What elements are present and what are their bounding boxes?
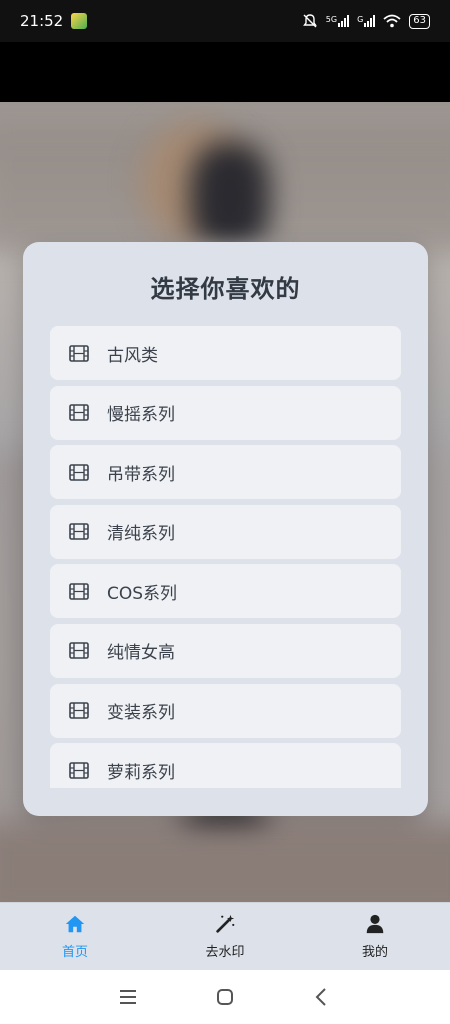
category-label: 清纯系列 xyxy=(107,524,175,545)
back-icon[interactable] xyxy=(311,986,333,1008)
user-icon xyxy=(366,914,384,934)
category-item[interactable]: 慢摇系列 xyxy=(50,385,401,440)
category-label: 慢摇系列 xyxy=(107,405,175,426)
app-notification-icon xyxy=(71,13,88,29)
network-label-2: G xyxy=(357,15,364,24)
film-icon xyxy=(69,702,89,719)
category-label: COS系列 xyxy=(107,583,178,604)
modal-title: 选择你喜欢的 xyxy=(150,275,301,303)
top-letterbox xyxy=(0,42,450,102)
category-item[interactable]: 纯情女高 xyxy=(50,623,401,678)
film-icon xyxy=(69,583,89,600)
category-modal: 选择你喜欢的 古风类慢摇系列吊带系列清纯系列 COS系列纯情女高变装系列萝莉系列 xyxy=(23,242,428,816)
recent-apps-icon[interactable] xyxy=(117,986,139,1008)
tab-watermark[interactable]: 去水印 xyxy=(150,903,300,971)
signal-icon-2 xyxy=(364,15,376,27)
tab-home[interactable]: 首页 xyxy=(0,903,150,971)
category-label: 纯情女高 xyxy=(107,643,175,664)
bottom-tab-bar: 首页 去水印 我的 xyxy=(0,902,450,970)
home-button-icon[interactable] xyxy=(214,986,236,1008)
battery-icon: 63 xyxy=(409,13,430,29)
category-item[interactable]: 清纯系列 xyxy=(50,504,401,559)
home-icon xyxy=(65,915,85,933)
category-label: 吊带系列 xyxy=(107,464,175,485)
category-item[interactable]: 古风类 xyxy=(50,326,401,380)
category-item[interactable]: 变装系列 xyxy=(50,683,401,738)
tab-watermark-label: 去水印 xyxy=(205,945,245,960)
tab-home-label: 首页 xyxy=(61,945,88,960)
category-label: 古风类 xyxy=(107,345,158,366)
category-item[interactable]: COS系列 xyxy=(50,564,401,619)
film-icon xyxy=(69,523,89,541)
system-nav-bar xyxy=(0,970,450,1024)
film-icon xyxy=(69,463,89,481)
film-icon xyxy=(69,642,89,660)
tab-profile[interactable]: 我的 xyxy=(300,903,450,971)
status-bar: 21:52 5G G 63 xyxy=(0,0,450,42)
category-label: 萝莉系列 xyxy=(107,762,175,783)
status-right: 5G G 63 xyxy=(302,13,430,29)
battery-level: 63 xyxy=(413,15,426,26)
category-item[interactable]: 吊带系列 xyxy=(50,445,401,500)
film-icon xyxy=(69,404,89,421)
clock: 21:52 xyxy=(20,12,64,30)
mute-bell-icon xyxy=(302,14,317,28)
film-icon xyxy=(69,761,89,779)
network-label-1: 5G xyxy=(325,15,338,24)
magic-wand-icon xyxy=(216,914,235,933)
category-label: 变装系列 xyxy=(107,703,175,724)
status-left: 21:52 xyxy=(20,12,88,30)
category-item[interactable]: 萝莉系列 xyxy=(50,743,401,788)
signal-icon-1 xyxy=(338,15,350,27)
tab-profile-label: 我的 xyxy=(361,945,388,960)
wifi-icon xyxy=(383,14,401,28)
category-list[interactable]: 古风类慢摇系列吊带系列清纯系列 COS系列纯情女高变装系列萝莉系列 xyxy=(50,326,401,788)
film-icon xyxy=(69,344,89,362)
